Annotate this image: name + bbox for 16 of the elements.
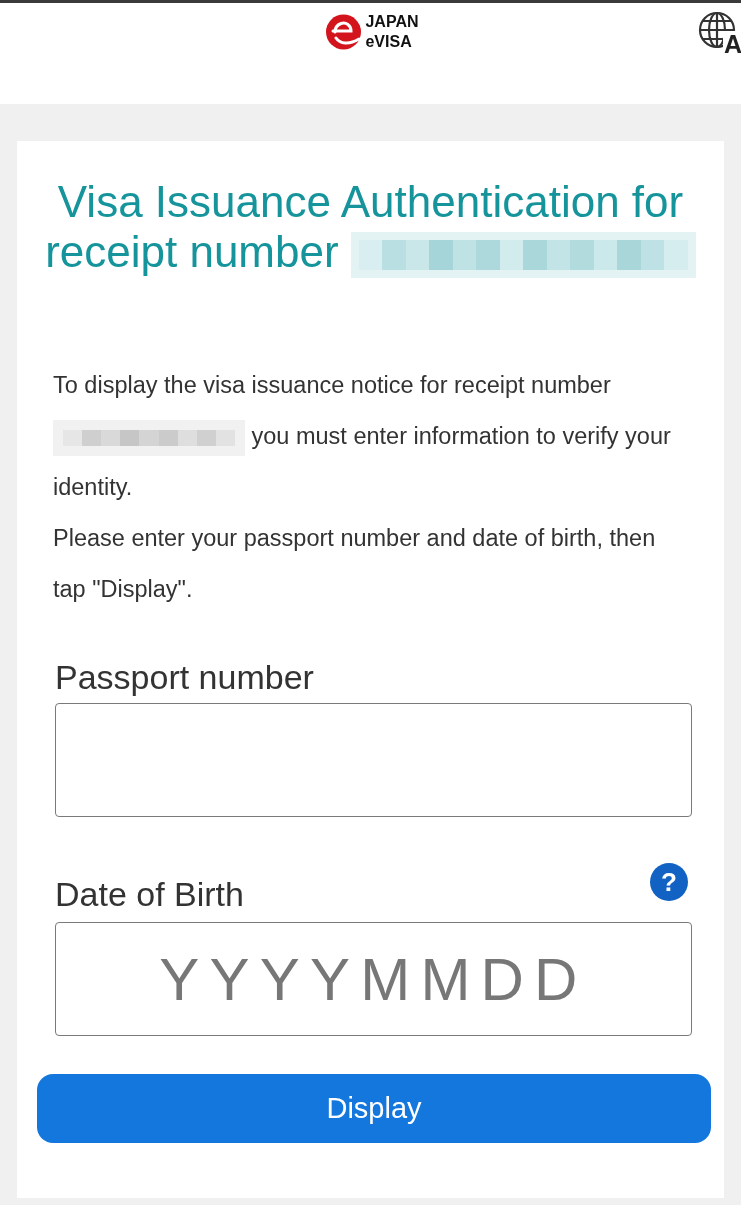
field-label: Date of Birth: [55, 874, 244, 915]
language-button[interactable]: A: [698, 9, 741, 55]
logo-icon: [326, 14, 362, 50]
page-title: Visa Issuance Authentication for: [57, 177, 684, 226]
logo-text: eVISA: [365, 32, 413, 52]
display-button[interactable]: Display: [37, 1074, 711, 1144]
logo-text: JAPAN: [365, 12, 419, 32]
page-title: receipt number: [45, 227, 339, 276]
field-label: Passport number: [55, 657, 314, 698]
input-field[interactable]: YYYYMMDD: [55, 922, 692, 1037]
instruction-text: identity.: [53, 474, 133, 501]
instruction-text: To display the visa issuance notice for receipt number: [53, 372, 611, 399]
help-button[interactable]: ?: [650, 863, 688, 902]
instruction-text: you must enter information to verify your: [251, 423, 671, 450]
input-field[interactable]: [55, 703, 692, 818]
instruction-text: Please enter your passport number and date of birth, then tap "Display".: [53, 525, 656, 603]
